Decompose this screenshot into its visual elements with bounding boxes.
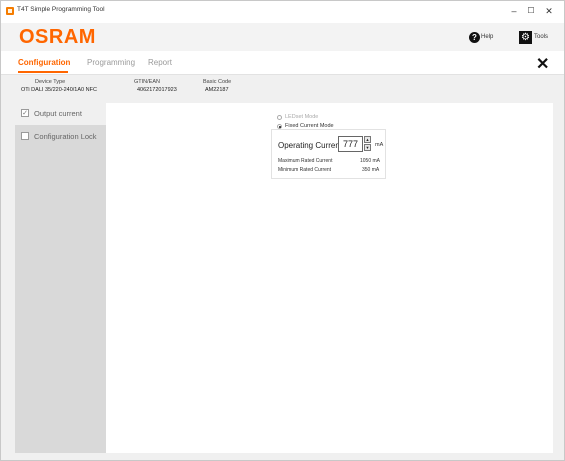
gtin-value: 4062172017923 (137, 87, 177, 93)
spin-down-icon[interactable]: ▼ (364, 144, 371, 151)
checkbox-checked[interactable]: ✓ (21, 109, 29, 117)
operating-current-input[interactable]: 777 (338, 136, 363, 152)
unit-label: mA (375, 142, 384, 148)
max-rated-value: 1050 mA (360, 158, 381, 164)
osram-logo: OSRAM (19, 26, 96, 48)
operating-current-label: Operating Current (278, 141, 343, 150)
device-type-value: OTi DALI 35/220-240/1A0 NFC (21, 87, 97, 93)
help-label: Help (481, 34, 494, 40)
gtin-label: GTIN/EAN (134, 79, 160, 85)
max-rated-label: Maximum Rated Current (278, 158, 333, 164)
min-rated-value: 350 mA (362, 167, 380, 173)
basic-code-value: AM22187 (205, 87, 229, 93)
current-settings-box: Operating Current 777 ▲ ▼ mA Maximum Rat… (271, 129, 386, 179)
min-rated-label: Minimum Rated Current (278, 167, 332, 173)
sidebar-item-configuration-lock[interactable]: Configuration Lock (15, 126, 106, 148)
radio-label: LEDset Mode (285, 114, 319, 120)
brand-bar: OSRAM ? Help ⚙ Tools (1, 23, 564, 51)
help-icon: ? (469, 32, 480, 43)
spin-up-icon[interactable]: ▲ (364, 136, 371, 143)
device-type-label: Device Type (35, 79, 66, 85)
radio-button[interactable] (277, 115, 282, 120)
tab-configuration[interactable]: Configuration (18, 58, 70, 67)
maximize-button[interactable]: ☐ (523, 4, 539, 18)
tools-label: Tools (534, 34, 549, 40)
app-window: T4T Simple Programming Tool – ☐ ✕ OSRAM … (0, 0, 565, 461)
basic-code-label: Basic Code (203, 79, 232, 85)
sidebar-item-output-current[interactable]: ✓ Output current (15, 103, 106, 125)
main-panel: LEDset Mode Fixed Current Mode Operating… (106, 103, 553, 453)
gear-icon: ⚙ (519, 31, 532, 44)
window-title: T4T Simple Programming Tool (17, 6, 105, 13)
tab-report[interactable]: Report (148, 58, 172, 67)
title-bar: T4T Simple Programming Tool – ☐ ✕ (1, 1, 564, 23)
device-info: Device Type OTi DALI 35/220-240/1A0 NFC … (1, 75, 564, 99)
sidebar-item-label: Configuration Lock (34, 132, 97, 141)
sidebar: ✓ Output current Configuration Lock (15, 103, 106, 453)
window-close-button[interactable]: ✕ (541, 4, 557, 18)
sidebar-item-label: Output current (34, 109, 82, 118)
app-icon (6, 7, 14, 15)
tab-bar: Configuration Programming Report ✕ (1, 51, 564, 75)
checkbox-unchecked[interactable] (21, 132, 29, 140)
active-tab-indicator (18, 71, 68, 73)
minimize-button[interactable]: – (506, 4, 522, 18)
close-icon[interactable]: ✕ (536, 54, 549, 74)
operating-current-stepper[interactable]: ▲ ▼ (364, 136, 371, 152)
tab-programming[interactable]: Programming (87, 58, 135, 67)
